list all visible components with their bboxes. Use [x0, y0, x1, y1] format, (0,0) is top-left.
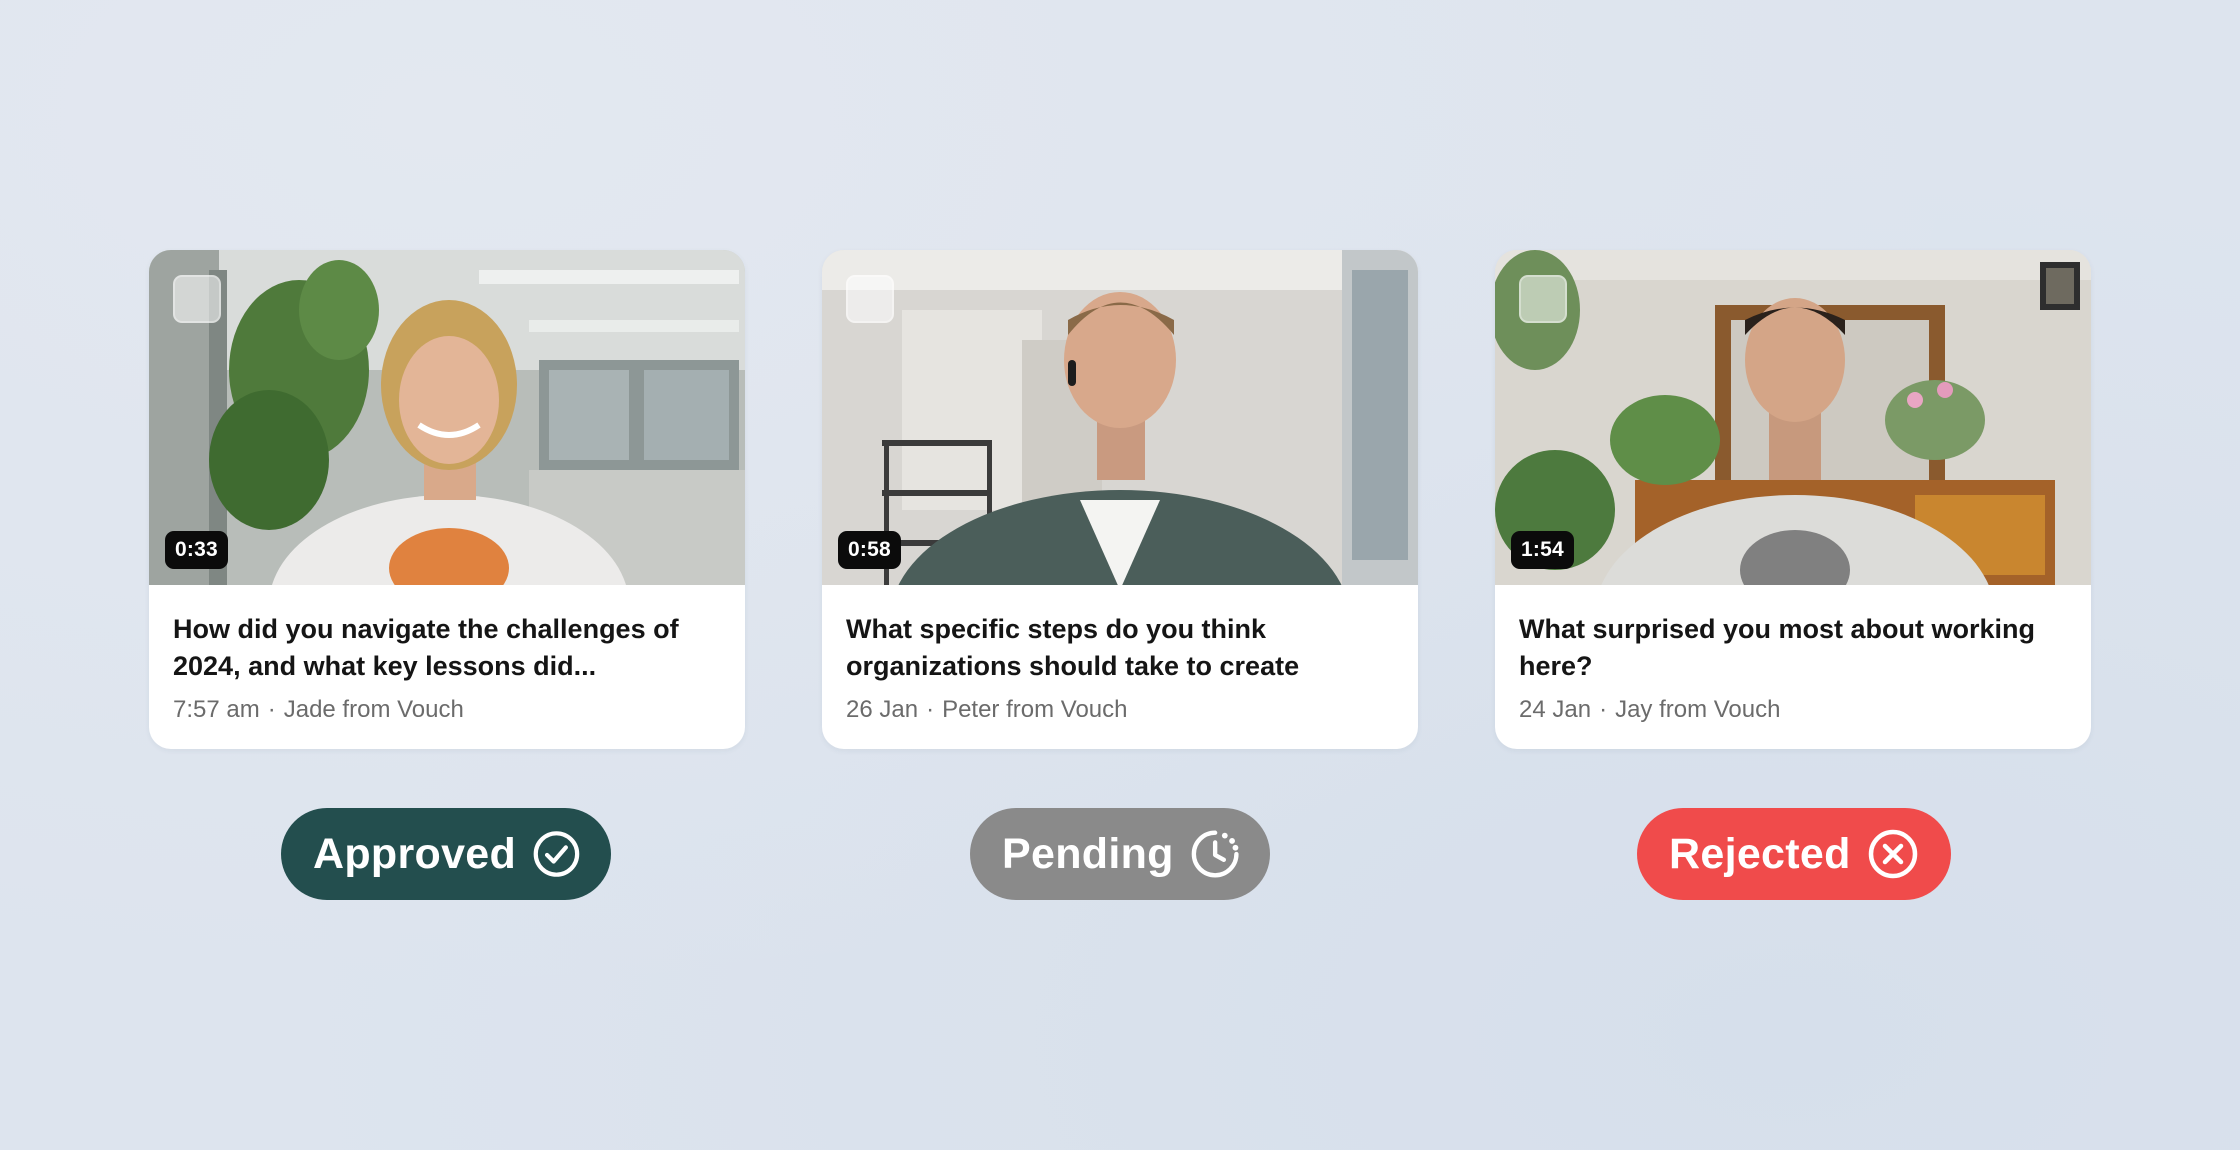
- card-time: 26 Jan: [846, 696, 919, 723]
- select-checkbox[interactable]: [846, 275, 894, 323]
- card-time: 7:57 am: [173, 696, 260, 723]
- video-duration: 0:33: [165, 531, 228, 569]
- card-meta: 26 Jan · Peter from Vouch: [846, 695, 1394, 725]
- status-label: Pending: [1002, 830, 1174, 878]
- meta-separator: ·: [1599, 696, 1608, 723]
- card-title[interactable]: What specific steps do you think organiz…: [846, 611, 1366, 685]
- video-card-2[interactable]: 0:58 What specific steps do you think or…: [822, 250, 1418, 749]
- select-checkbox[interactable]: [173, 275, 221, 323]
- video-duration: 0:58: [838, 531, 901, 569]
- video-thumbnail[interactable]: 0:33: [149, 250, 745, 585]
- card-title[interactable]: What surprised you most about working he…: [1519, 611, 2039, 685]
- card-meta: 7:57 am · Jade from Vouch: [173, 695, 721, 725]
- video-thumbnail-image: [822, 250, 1418, 585]
- card-time: 24 Jan: [1519, 696, 1592, 723]
- check-circle-icon: [533, 831, 580, 877]
- clock-pending-icon: [1191, 830, 1239, 878]
- status-label: Rejected: [1669, 830, 1851, 878]
- card-author: Jay from Vouch: [1615, 696, 1781, 723]
- status-rejected-badge[interactable]: Rejected: [1637, 808, 1951, 900]
- video-card-1[interactable]: 0:33 How did you navigate the challenges…: [149, 250, 745, 749]
- meta-separator: ·: [926, 696, 935, 723]
- card-author: Peter from Vouch: [942, 696, 1128, 723]
- status-label: Approved: [313, 830, 517, 878]
- video-card-3[interactable]: 1:54 What surprised you most about worki…: [1495, 250, 2091, 749]
- x-circle-icon: [1868, 829, 1917, 879]
- video-thumbnail-image: [1495, 250, 2091, 585]
- video-thumbnail[interactable]: 1:54: [1495, 250, 2091, 585]
- card-meta: 24 Jan · Jay from Vouch: [1519, 695, 2067, 725]
- video-duration: 1:54: [1511, 531, 1574, 569]
- video-thumbnail[interactable]: 0:58: [822, 250, 1418, 585]
- status-pending-badge[interactable]: Pending: [970, 808, 1270, 900]
- status-approved-badge[interactable]: Approved: [281, 808, 611, 900]
- card-author: Jade from Vouch: [283, 696, 464, 723]
- video-thumbnail-image: [149, 250, 745, 585]
- meta-separator: ·: [267, 696, 276, 723]
- select-checkbox[interactable]: [1519, 275, 1567, 323]
- card-title[interactable]: How did you navigate the challenges of 2…: [173, 611, 693, 685]
